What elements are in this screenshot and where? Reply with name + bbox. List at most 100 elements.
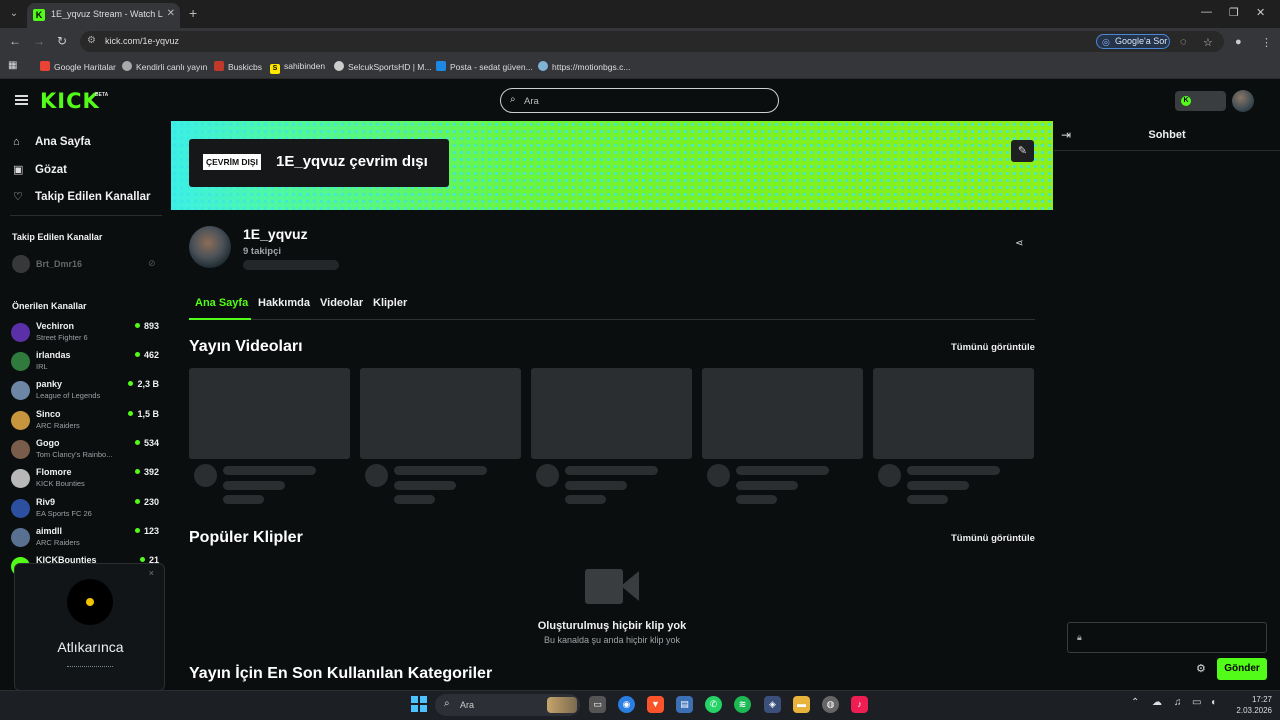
browser-tab[interactable]: K 1E_yqvuz Stream - Watch Live o ✕ — [27, 3, 180, 28]
user-avatar[interactable] — [1232, 90, 1254, 112]
channel-avatar[interactable] — [189, 226, 231, 268]
menu-dots-icon[interactable]: ⋮ — [1261, 36, 1272, 49]
bookmark-sahibinden[interactable]: Ssahibinden — [270, 61, 325, 74]
bookmark-google-maps[interactable]: Google Haritalar — [40, 61, 116, 72]
search-input[interactable]: ⌕ Ara — [500, 88, 779, 113]
chat-input[interactable]: 🔒︎ — [1067, 622, 1267, 653]
bookmark-selcuksports[interactable]: SelcukSportsHD | M... — [334, 61, 431, 72]
url-text[interactable]: kick.com/1e-yqvuz — [105, 36, 179, 46]
reload-icon[interactable]: ↻ — [57, 34, 67, 48]
recommended-channel-item[interactable]: panky League of Legends 2,3 B — [11, 378, 161, 404]
avatar — [878, 464, 901, 487]
bookmark-kendirli[interactable]: Kendirli canlı yayın — [122, 61, 207, 72]
recommended-channel-item[interactable]: aimdll ARC Raiders 123 — [11, 525, 161, 551]
no-clips-subtitle: Bu kanalda şu anda hiçbir klip yok — [543, 635, 681, 645]
taskbar-search[interactable]: ⌕ Ara — [435, 694, 580, 716]
hamburger-menu-icon[interactable] — [15, 95, 28, 105]
shield-app-icon[interactable]: ◈ — [764, 696, 781, 713]
windows-start-icon[interactable] — [411, 696, 427, 712]
skeleton-line — [736, 495, 777, 504]
google-sor-button[interactable]: ◎ Google'a Sor — [1096, 34, 1170, 49]
live-dot-icon — [134, 528, 140, 533]
app-icon[interactable]: ◍ — [822, 696, 839, 713]
volume-icon[interactable]: ◖ — [1210, 697, 1216, 708]
sidebar-item-home[interactable]: ⌂ Ana Sayfa — [13, 136, 91, 148]
channel-name: Flomore — [36, 467, 72, 477]
skeleton-line — [907, 495, 948, 504]
share-icon[interactable]: ⋖ — [1015, 238, 1023, 249]
taskbar-clock[interactable]: 17:27 2.03.2026 — [1226, 694, 1272, 716]
bookmark-motionbgs[interactable]: https://motionbgs.c... — [538, 61, 630, 72]
tab-close-icon[interactable]: ✕ — [167, 8, 175, 19]
tab-home[interactable]: Ana Sayfa — [195, 297, 248, 309]
tab-clips[interactable]: Klipler — [373, 297, 407, 309]
chrome-icon[interactable]: ◉ — [618, 696, 635, 713]
cloud-icon[interactable]: ☁ — [1152, 697, 1162, 708]
tab-search-icon[interactable]: ⌄ — [6, 6, 22, 22]
spotify-icon[interactable]: ≋ — [734, 696, 751, 713]
channel-name: Vechiron — [36, 321, 75, 331]
restore-icon[interactable]: ❐ — [1229, 6, 1239, 19]
window-close-icon[interactable]: ✕ — [1256, 6, 1265, 19]
profile-icon[interactable]: ● — [1235, 36, 1242, 48]
videos-see-all-link[interactable]: Tümünü görüntüle — [951, 342, 1035, 353]
bookmark-label: Buskicbs — [228, 62, 263, 72]
bookmark-label: Kendirli canlı yayın — [136, 62, 208, 72]
popup-close-icon[interactable]: × — [149, 568, 154, 578]
tiktok-icon[interactable]: ♪ — [851, 696, 868, 713]
tray-chevron-icon[interactable]: ⌃ — [1131, 697, 1139, 708]
recommended-channel-item[interactable]: Riv9 EA Sports FC 26 230 — [11, 496, 161, 522]
avatar — [11, 323, 30, 342]
viewer-count-value: 392 — [143, 467, 159, 477]
new-tab-icon[interactable]: + — [189, 5, 197, 21]
avatar — [11, 469, 30, 488]
search-icon: ⌕ — [510, 94, 516, 105]
channel-category: League of Legends — [36, 391, 101, 400]
skeleton-line — [565, 481, 627, 490]
channel-name: panky — [36, 379, 63, 389]
send-button[interactable]: Gönder — [1217, 658, 1267, 680]
recommended-channel-item[interactable]: Gogo Tom Clancy's Rainbo... 534 — [11, 437, 161, 463]
bookmark-buskicbs[interactable]: Buskicbs — [214, 61, 262, 72]
eye-off-icon[interactable]: ◌ — [1180, 36, 1187, 48]
back-icon[interactable]: ← — [9, 34, 21, 48]
file-explorer-icon[interactable]: ▬ — [793, 696, 810, 713]
site-info-icon[interactable]: ⚙ — [87, 35, 96, 46]
chat-settings-icon[interactable]: ⚙ — [1196, 662, 1206, 675]
brave-icon[interactable]: ▼ — [647, 696, 664, 713]
tab-about[interactable]: Hakkımda — [258, 297, 310, 309]
recommended-channel-item[interactable]: Sinco ARC Raiders 1,5 B — [11, 408, 161, 434]
recommended-channel-item[interactable]: Flomore KICK Bounties 392 — [11, 466, 161, 492]
sidebar-item-following[interactable]: ♡ Takip Edilen Kanallar — [13, 190, 150, 203]
bookmark-star-icon[interactable]: ☆ — [1203, 36, 1213, 49]
popup-title: Atlıkarınca — [57, 639, 124, 655]
edit-banner-button[interactable]: ✎ — [1011, 140, 1034, 162]
sidebar-item-browse[interactable]: ▣ Gözat — [13, 163, 67, 176]
store-icon[interactable]: ▤ — [676, 696, 693, 713]
microphone-icon[interactable]: ♫ — [1174, 697, 1182, 708]
live-dot-icon — [134, 440, 140, 445]
channel-category: ARC Raiders — [36, 538, 80, 547]
omnibox[interactable]: ⚙ kick.com/1e-yqvuz — [80, 31, 1224, 52]
minimize-icon[interactable]: — — [1201, 6, 1212, 18]
forward-icon[interactable]: → — [33, 34, 45, 48]
whatsapp-icon[interactable]: ✆ — [705, 696, 722, 713]
sidebar-divider — [10, 215, 162, 216]
viewer-count-value: 1,5 B — [137, 409, 159, 419]
kick-logo[interactable]: KICK — [40, 89, 100, 113]
followed-channel-item[interactable]: Brt_Dmr16 ⊘ — [12, 255, 162, 273]
live-dot-icon — [139, 557, 145, 562]
clips-see-all-link[interactable]: Tümünü görüntüle — [951, 533, 1035, 544]
tab-videos[interactable]: Videolar — [320, 297, 363, 309]
viewer-count: 392 — [134, 467, 159, 477]
recommended-channel-item[interactable]: Vechiron Street Fighter 6 893 — [11, 320, 161, 346]
bookmark-posta[interactable]: Posta - sedat güven... — [436, 61, 533, 72]
task-view-icon[interactable]: ▭ — [589, 696, 606, 713]
apps-grid-icon[interactable]: ▦ — [8, 60, 17, 71]
network-icon[interactable]: ▭ — [1192, 697, 1201, 708]
recommended-channel-item[interactable]: irlandas IRL 462 — [11, 349, 161, 375]
bookmark-label: SelcukSportsHD | M... — [348, 62, 432, 72]
kicks-balance-button[interactable]: K — [1175, 91, 1226, 111]
clips-heading: Popüler Klipler — [189, 529, 303, 546]
channel-category: IRL — [36, 362, 48, 371]
